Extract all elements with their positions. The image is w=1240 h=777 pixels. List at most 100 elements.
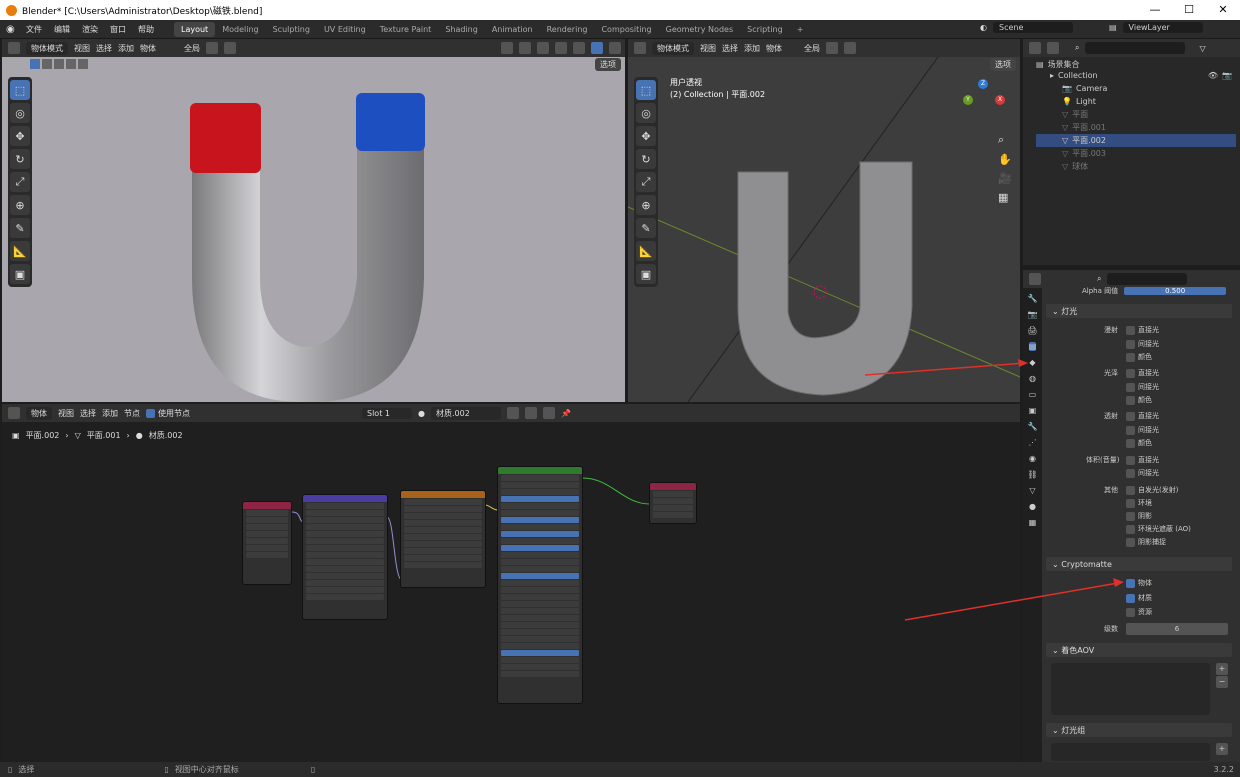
view-menu[interactable]: 视图 [58,408,74,419]
levels-field[interactable]: 6 [1126,623,1228,635]
material-tab-icon[interactable]: ● [1029,502,1036,511]
camera-render-icon[interactable]: 📷 [1222,71,1232,80]
add-menu[interactable]: 添加 [118,43,134,54]
options-button[interactable]: 选项 [990,58,1016,71]
menu-help[interactable]: 帮助 [132,24,160,35]
emission-toggle[interactable]: 自发光(发射) [1126,485,1178,495]
outliner-row-sphere[interactable]: ▽ 球体 [1036,160,1236,173]
select-menu[interactable]: 选择 [80,408,96,419]
left-viewport[interactable]: 选项 ⬚ ◎ ✥ ↻ ⤢ ⊕ ✎ 📐 ▣ [2,57,625,402]
gizmo-z-icon[interactable]: Z [978,79,988,89]
maximize-button[interactable]: ☐ [1172,0,1206,20]
tab-layout[interactable]: Layout [174,21,216,37]
wireframe-shading-icon[interactable] [537,42,549,54]
editor-type-icon[interactable] [1029,273,1041,285]
grid-ortho-icon[interactable]: ▦ [998,191,1012,204]
pan-hand-icon[interactable]: ✋ [998,153,1012,166]
blender-menu-icon[interactable]: ◉ [6,24,20,35]
material-name-field[interactable]: 材质.002 [430,406,501,420]
move-tool-icon[interactable]: ✥ [636,126,656,146]
add-menu[interactable]: 添加 [744,43,760,54]
duplicate-material-icon[interactable] [524,407,537,419]
scene-selector[interactable]: Scene [992,22,1073,33]
object-tab-icon[interactable]: ▣ [1029,406,1037,415]
orientation-dropdown[interactable]: 全局 [804,43,820,54]
cursor-tool-icon[interactable]: ◎ [636,103,656,123]
navigation-gizmo[interactable]: Z X Y [963,79,1007,123]
tab-rendering[interactable]: Rendering [540,22,595,37]
view-menu[interactable]: 视图 [700,43,716,54]
outliner-row-plane-003[interactable]: ▽ 平面.003 [1036,147,1236,160]
select-menu[interactable]: 选择 [96,43,112,54]
diffuse-indirect-toggle[interactable]: 间接光 [1126,339,1159,349]
measure-tool-icon[interactable]: 📐 [636,241,656,261]
data-tab-icon[interactable]: ▽ [1029,486,1035,495]
overlay-icon[interactable] [501,42,513,54]
xray-icon[interactable] [519,42,531,54]
editor-type-icon[interactable] [8,42,20,54]
outliner-search-input[interactable] [1085,42,1186,54]
shadow-toggle[interactable]: 阴影 [1126,511,1152,521]
tab-animation[interactable]: Animation [485,22,540,37]
menu-window[interactable]: 窗口 [104,24,132,35]
ao-toggle[interactable]: 环境光遮蔽 (AO) [1126,524,1191,534]
shader-type-dropdown[interactable]: 物体 [26,406,52,420]
transmission-direct-toggle[interactable]: 直接光 [1126,411,1159,421]
menu-edit[interactable]: 编辑 [48,24,76,35]
select-box-tool-icon[interactable]: ⬚ [636,80,656,100]
orientation-dropdown[interactable]: 全局 [184,43,200,54]
object-menu[interactable]: 物体 [766,43,782,54]
remove-aov-button[interactable]: − [1216,676,1228,688]
material-shading-icon[interactable] [573,42,585,54]
add-cube-tool-icon[interactable]: ▣ [636,264,656,284]
visibility-eye-icon[interactable]: 👁 [1208,71,1218,80]
node-editor-canvas[interactable]: ▣ 平面.002 › ▽ 平面.001 › ● 材质.002 [2,422,1020,762]
diffuse-color-toggle[interactable]: 颜色 [1126,352,1152,362]
viewlayer-selector[interactable]: ViewLayer [1122,22,1203,33]
add-menu[interactable]: 添加 [102,408,118,419]
cryptomatte-panel-header[interactable]: ⌄ Cryptomatte [1046,557,1232,571]
gizmo-x-icon[interactable]: X [995,95,1005,105]
volume-indirect-toggle[interactable]: 间接光 [1126,468,1159,478]
tab-uv-editing[interactable]: UV Editing [317,22,373,37]
render-tab-icon[interactable]: 📷 [1028,310,1038,319]
glossy-color-toggle[interactable]: 颜色 [1126,395,1152,405]
principled-bsdf-node[interactable] [497,466,583,704]
properties-search-input[interactable] [1107,273,1188,285]
light-groups-list[interactable] [1051,743,1210,761]
outliner-row-plane-001[interactable]: ▽ 平面.001 [1036,121,1236,134]
add-aov-button[interactable]: + [1216,663,1228,675]
proportional-icon[interactable] [844,42,856,54]
view-menu[interactable]: 视图 [74,43,90,54]
constraints-tab-icon[interactable]: ⛓ [1027,470,1037,479]
aov-list[interactable] [1051,663,1210,715]
tab-compositing[interactable]: Compositing [594,22,658,37]
glossy-indirect-toggle[interactable]: 间接光 [1126,382,1159,392]
object-menu[interactable]: 物体 [140,43,156,54]
texture-tab-icon[interactable]: ▦ [1029,518,1037,527]
editor-type-icon[interactable] [634,42,646,54]
image-texture-node[interactable] [400,490,486,588]
outliner-row-camera[interactable]: 📷 Camera [1036,82,1236,95]
fake-user-icon[interactable] [506,407,519,419]
scale-tool-icon[interactable]: ⤢ [636,172,656,192]
menu-file[interactable]: 文件 [20,24,48,35]
tab-geometry-nodes[interactable]: Geometry Nodes [659,22,740,37]
volume-direct-toggle[interactable]: 直接光 [1126,455,1159,465]
shader-aov-panel-header[interactable]: ⌄ 着色AOV [1046,643,1232,657]
minimize-button[interactable]: — [1138,0,1172,20]
collection-tab-icon[interactable]: ▭ [1029,390,1037,399]
shadow-catcher-toggle[interactable]: 阴影捕捉 [1126,537,1166,547]
select-menu[interactable]: 选择 [722,43,738,54]
use-nodes-checkbox[interactable] [146,408,155,418]
mode-dropdown[interactable]: 物体模式 [652,41,694,55]
snap-icon[interactable] [826,42,838,54]
modifier-tab-icon[interactable]: 🔧 [1028,422,1038,431]
mapping-node[interactable] [302,494,388,620]
outliner-row-plane[interactable]: ▽ 平面 [1036,108,1236,121]
editor-type-icon[interactable] [1029,42,1041,54]
light-groups-panel-header[interactable]: ⌄ 灯光组 [1046,723,1232,737]
snap-icon[interactable] [206,42,218,54]
zoom-icon[interactable]: ⌕ [998,133,1012,147]
transform-tool-icon[interactable]: ⊕ [636,195,656,215]
